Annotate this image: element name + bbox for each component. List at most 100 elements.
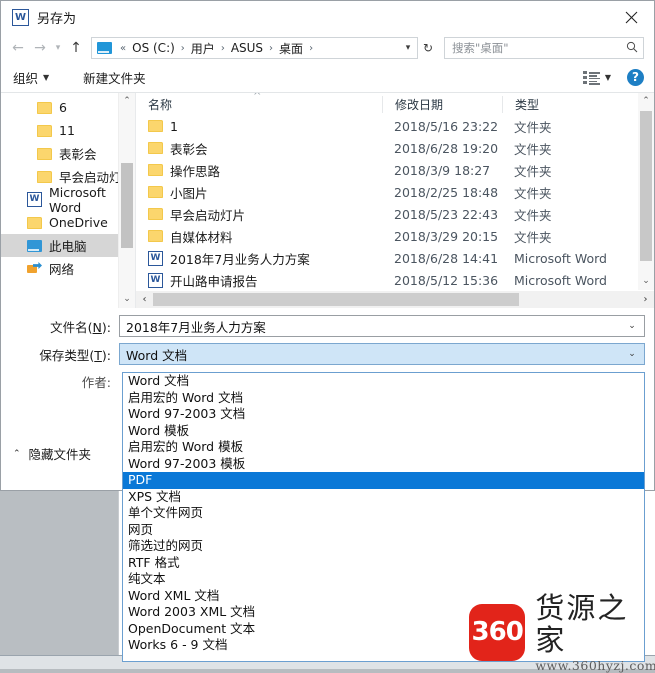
help-icon[interactable]: ? [627, 69, 644, 86]
dropdown-option[interactable]: Word 模板 [123, 423, 644, 440]
nav-item-label: 网络 [49, 262, 75, 277]
savetype-label: 保存类型(T): [1, 345, 119, 364]
scrollbar-thumb[interactable] [153, 293, 519, 306]
table-row[interactable]: 自媒体材料 2018/3/29 20:15 文件夹 [136, 225, 654, 247]
nav-item-network[interactable]: 网络 [1, 257, 135, 280]
file-type: 文件夹 [514, 119, 552, 135]
breadcrumb[interactable]: « OS (C:) › 用户 › ASUS › 桌面 › ▾ [91, 37, 418, 59]
filename-value[interactable]: 2018年7月业务人力方案 [120, 317, 620, 336]
filename-field[interactable]: 2018年7月业务人力方案 ⌄ [119, 315, 645, 337]
chevron-down-icon[interactable]: ⌄ [620, 349, 644, 359]
column-header-type[interactable]: 类型 [502, 95, 612, 113]
dialog-title-bar: W 另存为 [1, 1, 654, 33]
nav-item-microsoft-word[interactable]: W Microsoft Word [1, 185, 135, 215]
dropdown-option[interactable]: 单个文件网页 [123, 505, 644, 522]
scrollbar-track[interactable] [153, 291, 637, 308]
organize-button[interactable]: 组织 ▼ [13, 68, 49, 87]
search-input[interactable]: 搜索"桌面" [444, 37, 644, 59]
file-name-cell: 小图片 [136, 183, 382, 202]
table-row[interactable]: 1 2018/5/16 23:22 文件夹 [136, 115, 654, 137]
search-icon[interactable] [621, 41, 643, 56]
dropdown-option[interactable]: Word 97-2003 模板 [123, 456, 644, 473]
scrollbar-thumb[interactable] [121, 163, 133, 248]
hide-folders-button[interactable]: ⌃ 隐藏文件夹 [13, 444, 91, 463]
document-left-edge [118, 490, 119, 668]
column-header-name[interactable]: 名称 ^ [136, 93, 382, 113]
table-row[interactable]: 早会启动灯片 2018/5/23 22:43 文件夹 [136, 203, 654, 225]
watermark-url: www.360hyzj.com [535, 658, 655, 673]
dropdown-option[interactable]: 纯文本 [123, 571, 644, 588]
file-type: 文件夹 [514, 141, 552, 157]
view-options-button[interactable]: ▼ [582, 71, 611, 85]
dropdown-option[interactable]: RTF 格式 [123, 555, 644, 572]
scrollbar-thumb[interactable] [640, 111, 652, 261]
chevron-down-icon[interactable]: ⌄ [119, 291, 135, 308]
nav-item-11[interactable]: 11 [1, 119, 135, 142]
file-list-vertical-scrollbar[interactable]: ⌃ ⌄ [638, 93, 654, 290]
breadcrumb-separator: › [269, 42, 274, 54]
file-type: 文件夹 [514, 229, 552, 245]
new-folder-button[interactable]: 新建文件夹 [83, 68, 146, 87]
forward-icon[interactable]: → [29, 37, 51, 59]
dropdown-option-selected[interactable]: PDF [123, 472, 644, 489]
file-date: 2018/6/28 19:20 [394, 140, 499, 156]
up-icon[interactable]: ↑ [65, 37, 87, 59]
chevron-down-icon[interactable]: ▾ [399, 43, 417, 53]
dropdown-option[interactable]: Word 文档 [123, 373, 644, 390]
chevron-up-icon[interactable]: ⌃ [638, 93, 654, 110]
recent-locations-icon[interactable]: ▾ [51, 37, 65, 59]
hide-folders-label: 隐藏文件夹 [28, 447, 92, 462]
dropdown-option[interactable]: 启用宏的 Word 文档 [123, 390, 644, 407]
savetype-value[interactable]: Word 文档 [120, 345, 620, 364]
file-date: 2018/5/23 22:43 [394, 206, 499, 222]
chevron-down-icon: ▼ [43, 73, 50, 82]
dropdown-option[interactable]: XPS 文档 [123, 489, 644, 506]
savetype-row: 保存类型(T): Word 文档 ⌄ [1, 343, 654, 365]
dropdown-option[interactable]: Word 97-2003 文档 [123, 406, 644, 423]
folder-icon [148, 186, 163, 198]
file-date: 2018/6/28 14:41 [394, 250, 499, 266]
nav-item-6[interactable]: 6 [1, 96, 135, 119]
watermark: 360 货源之家 www.360hyzj.com [469, 592, 655, 673]
folder-icon [148, 164, 163, 176]
file-name: 表彰会 [170, 141, 208, 157]
refresh-icon[interactable]: ↻ [418, 41, 438, 55]
file-list-horizontal-scrollbar[interactable]: ‹ › [136, 291, 654, 308]
column-header-date[interactable]: 修改日期 [382, 95, 502, 113]
folder-icon [148, 142, 163, 154]
chevron-down-icon: ▼ [604, 73, 611, 82]
table-row[interactable]: 表彰会 2018/6/28 19:20 文件夹 [136, 137, 654, 159]
breadcrumb-item-3[interactable]: 桌面 [277, 40, 305, 57]
folder-icon [148, 230, 163, 242]
table-row[interactable]: 小图片 2018/2/25 18:48 文件夹 [136, 181, 654, 203]
nav-item-this-pc[interactable]: 此电脑 [1, 234, 135, 257]
table-row[interactable]: 操作思路 2018/3/9 18:27 文件夹 [136, 159, 654, 181]
breadcrumb-item-2[interactable]: ASUS [229, 41, 265, 55]
file-name: 1 [170, 118, 178, 134]
table-row[interactable]: W 2018年7月业务人力方案 2018/6/28 14:41 Microsoft… [136, 247, 654, 269]
nav-tree: 6 11 表彰会 早会启动灯片 W Microsoft Word OneDriv… [1, 93, 135, 280]
savetype-combobox[interactable]: Word 文档 ⌄ [119, 343, 645, 365]
chevron-up-icon[interactable]: ⌃ [119, 93, 135, 110]
chevron-down-icon[interactable]: ⌄ [638, 273, 654, 290]
dropdown-option[interactable]: 启用宏的 Word 模板 [123, 439, 644, 456]
chevron-down-icon[interactable]: ⌄ [620, 321, 644, 331]
table-row[interactable]: W 开山路申请报告 2018/5/12 15:36 Microsoft Word [136, 269, 654, 288]
nav-item-biaozhanghui[interactable]: 表彰会 [1, 142, 135, 165]
dropdown-option[interactable]: 筛选过的网页 [123, 538, 644, 555]
file-date: 2018/2/25 18:48 [394, 184, 499, 200]
nav-item-label: 11 [59, 123, 75, 138]
close-icon[interactable] [608, 2, 654, 33]
computer-icon [27, 239, 42, 252]
nav-pane-scrollbar[interactable]: ⌃ ⌄ [118, 93, 135, 308]
nav-item-label: OneDrive [49, 215, 108, 230]
command-bar: 组织 ▼ 新建文件夹 ▼ ? [1, 63, 654, 93]
breadcrumb-item-1[interactable]: 用户 [189, 40, 217, 57]
breadcrumb-overflow[interactable]: « [116, 43, 130, 54]
back-icon[interactable]: ← [7, 37, 29, 59]
chevron-left-icon[interactable]: ‹ [136, 294, 153, 305]
breadcrumb-item-0[interactable]: OS (C:) [130, 41, 177, 55]
chevron-right-icon[interactable]: › [637, 294, 654, 305]
file-list-pane: 名称 ^ 修改日期 类型 1 2018/5/16 23:22 文件夹 表彰会 2… [136, 93, 654, 308]
dropdown-option[interactable]: 网页 [123, 522, 644, 539]
